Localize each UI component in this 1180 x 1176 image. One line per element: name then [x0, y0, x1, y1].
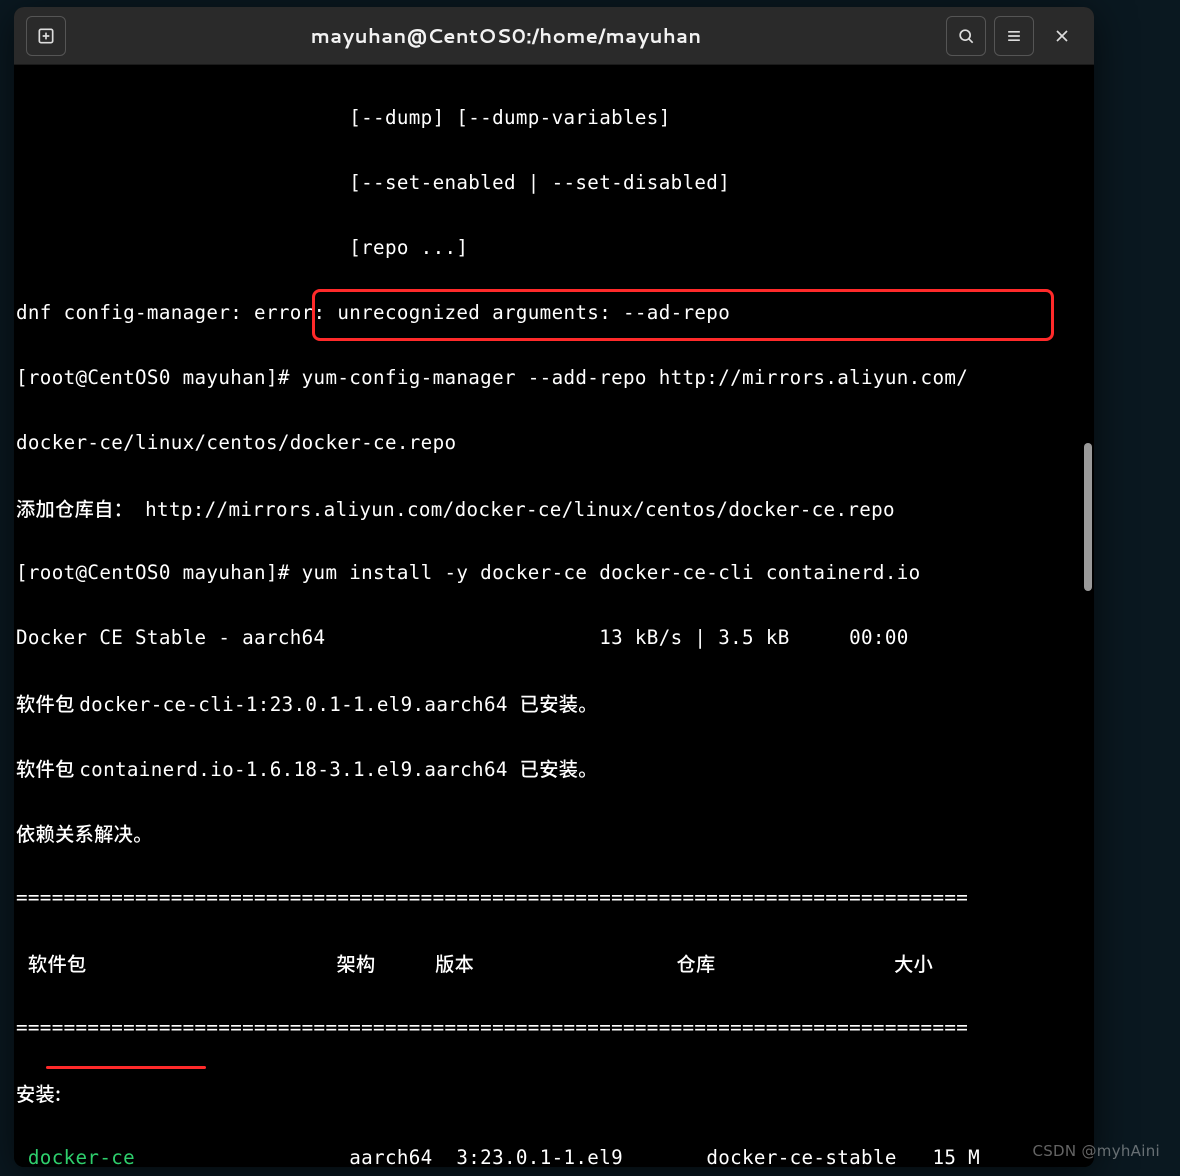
output-line: 软件包 containerd.io-1.6.18-3.1.el9.aarch64…: [16, 752, 1092, 785]
package-name: docker-ce: [16, 1146, 135, 1168]
scrollbar[interactable]: [1080, 65, 1094, 1167]
close-icon[interactable]: [1042, 16, 1082, 56]
hamburger-menu-icon[interactable]: [994, 16, 1034, 56]
output-line: 依赖关系解决。: [16, 817, 1092, 850]
output-line: docker-ce/linux/centos/docker-ce.repo: [16, 427, 1092, 460]
search-icon[interactable]: [946, 16, 986, 56]
output-line: 软件包 docker-ce-cli-1:23.0.1-1.el9.aarch64…: [16, 687, 1092, 720]
window-title: mayuhan@CentOS0:/home/mayuhan: [70, 22, 942, 50]
prompt-line: [root@CentOS0 mayuhan]# yum install -y d…: [16, 557, 1092, 590]
separator-line: ========================================…: [16, 882, 1092, 915]
watermark: CSDN @myhAini: [1032, 1142, 1160, 1160]
table-row: docker-ce aarch64 3:23.0.1-1.el9 docker-…: [16, 1142, 1092, 1168]
annotation-underline: [46, 1066, 206, 1069]
titlebar: mayuhan@CentOS0:/home/mayuhan: [14, 7, 1094, 65]
scrollbar-thumb[interactable]: [1084, 443, 1092, 591]
section-install: 安装:: [16, 1077, 1092, 1110]
output-line: [--set-enabled | --set-disabled]: [16, 167, 1092, 200]
output-line: [--dump] [--dump-variables]: [16, 102, 1092, 135]
separator-line: ========================================…: [16, 1012, 1092, 1045]
table-header: 软件包 架构 版本 仓库 大小: [16, 947, 1092, 980]
terminal-window: mayuhan@CentOS0:/home/mayuhan [--dump] […: [14, 7, 1094, 1167]
prompt-line: [root@CentOS0 mayuhan]# yum-config-manag…: [16, 362, 1092, 395]
terminal-body[interactable]: [--dump] [--dump-variables] [--set-enabl…: [14, 65, 1094, 1167]
output-line: Docker CE Stable - aarch64 13 kB/s | 3.5…: [16, 622, 1092, 655]
output-line: [repo ...]: [16, 232, 1092, 265]
output-line: 添加仓库自： http://mirrors.aliyun.com/docker-…: [16, 492, 1092, 525]
new-tab-button[interactable]: [26, 16, 66, 56]
output-line: dnf config-manager: error: unrecognized …: [16, 297, 1092, 330]
